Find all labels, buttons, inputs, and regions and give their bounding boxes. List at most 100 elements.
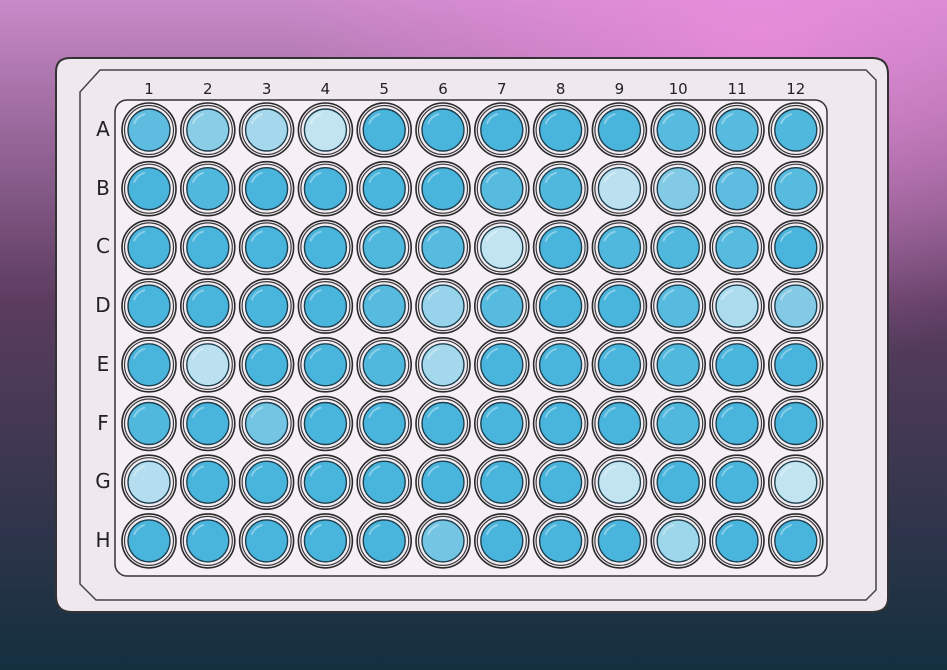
well-E6[interactable] — [415, 336, 471, 393]
well-G4[interactable] — [297, 454, 354, 511]
well-B5[interactable] — [356, 160, 413, 217]
well-C3[interactable] — [238, 219, 295, 276]
well-liquid — [362, 225, 406, 270]
well-A3[interactable] — [238, 102, 295, 158]
well-A8[interactable] — [532, 102, 589, 158]
well-D11[interactable] — [709, 278, 765, 334]
well-G2[interactable] — [180, 454, 236, 511]
well-E3[interactable] — [238, 336, 295, 393]
well-C2[interactable] — [180, 219, 236, 276]
well-B9[interactable] — [591, 160, 648, 217]
well-F4[interactable] — [297, 395, 354, 452]
well-G8[interactable] — [532, 454, 589, 511]
well-H5[interactable] — [356, 513, 413, 569]
well-A4[interactable] — [297, 102, 354, 158]
well-D4[interactable] — [297, 278, 354, 334]
well-B1[interactable] — [121, 160, 177, 217]
well-E9[interactable] — [591, 336, 648, 393]
well-A9[interactable] — [591, 102, 648, 158]
well-E2[interactable] — [180, 336, 236, 393]
well-E1[interactable] — [121, 336, 177, 393]
well-liquid — [303, 343, 348, 387]
well-C9[interactable] — [591, 219, 648, 276]
well-F11[interactable] — [709, 395, 765, 452]
well-B7[interactable] — [473, 160, 530, 217]
well-C8[interactable] — [532, 219, 589, 276]
well-F9[interactable] — [591, 395, 648, 452]
well-F10[interactable] — [650, 395, 707, 452]
well-B8[interactable] — [532, 160, 589, 217]
well-D2[interactable] — [180, 278, 236, 334]
well-H12[interactable] — [767, 513, 824, 569]
well-C6[interactable] — [415, 219, 471, 276]
well-G6[interactable] — [415, 454, 471, 511]
well-F8[interactable] — [532, 395, 589, 452]
well-B11[interactable] — [709, 160, 765, 217]
well-G7[interactable] — [473, 454, 530, 511]
well-G1[interactable] — [121, 454, 177, 511]
well-E12[interactable] — [767, 336, 824, 393]
well-D12[interactable] — [767, 278, 824, 334]
well-D9[interactable] — [591, 278, 648, 334]
well-C7[interactable] — [473, 219, 530, 276]
well-G10[interactable] — [650, 454, 707, 511]
well-B4[interactable] — [297, 160, 354, 217]
well-F5[interactable] — [356, 395, 413, 452]
well-H10[interactable] — [650, 513, 707, 569]
well-G9[interactable] — [591, 454, 648, 511]
well-C4[interactable] — [297, 219, 354, 276]
well-A2[interactable] — [180, 102, 236, 158]
well-H8[interactable] — [532, 513, 589, 569]
well-E7[interactable] — [473, 336, 530, 393]
well-H3[interactable] — [238, 513, 295, 569]
well-G11[interactable] — [709, 454, 765, 511]
well-G12[interactable] — [767, 454, 824, 511]
well-C5[interactable] — [356, 219, 413, 276]
well-B10[interactable] — [650, 160, 707, 217]
well-E4[interactable] — [297, 336, 354, 393]
well-G5[interactable] — [356, 454, 413, 511]
well-A10[interactable] — [650, 102, 707, 158]
well-B2[interactable] — [180, 160, 236, 217]
well-D8[interactable] — [532, 278, 589, 334]
well-E5[interactable] — [356, 336, 413, 393]
well-D6[interactable] — [415, 278, 471, 334]
well-D1[interactable] — [121, 278, 177, 334]
well-G3[interactable] — [238, 454, 295, 511]
well-H6[interactable] — [415, 513, 471, 569]
well-A11[interactable] — [709, 102, 765, 158]
well-E8[interactable] — [532, 336, 589, 393]
well-H4[interactable] — [297, 513, 354, 569]
well-C11[interactable] — [709, 219, 765, 276]
well-A5[interactable] — [356, 102, 413, 158]
well-C12[interactable] — [767, 219, 824, 276]
well-E10[interactable] — [650, 336, 707, 393]
well-B12[interactable] — [767, 160, 824, 217]
well-D10[interactable] — [650, 278, 707, 334]
well-F1[interactable] — [121, 395, 177, 452]
well-C1[interactable] — [121, 219, 177, 276]
well-B3[interactable] — [238, 160, 295, 217]
well-H11[interactable] — [709, 513, 765, 569]
well-F6[interactable] — [415, 395, 471, 452]
well-D7[interactable] — [473, 278, 530, 334]
well-H1[interactable] — [121, 513, 177, 569]
well-D3[interactable] — [238, 278, 295, 334]
well-A6[interactable] — [415, 102, 471, 158]
well-H2[interactable] — [180, 513, 236, 569]
well-F12[interactable] — [767, 395, 824, 452]
well-C10[interactable] — [650, 219, 707, 276]
well-A1[interactable] — [121, 102, 177, 158]
well-A12[interactable] — [767, 102, 824, 158]
well-H7[interactable] — [473, 513, 530, 569]
well-liquid — [538, 460, 583, 504]
well-F3[interactable] — [238, 395, 295, 452]
well-B6[interactable] — [415, 160, 471, 217]
well-F7[interactable] — [473, 395, 530, 452]
well-E11[interactable] — [709, 336, 765, 393]
well-F2[interactable] — [180, 395, 236, 452]
well-D5[interactable] — [356, 278, 413, 334]
well-A7[interactable] — [473, 102, 530, 158]
well-H9[interactable] — [591, 513, 648, 569]
well-liquid — [303, 108, 348, 152]
